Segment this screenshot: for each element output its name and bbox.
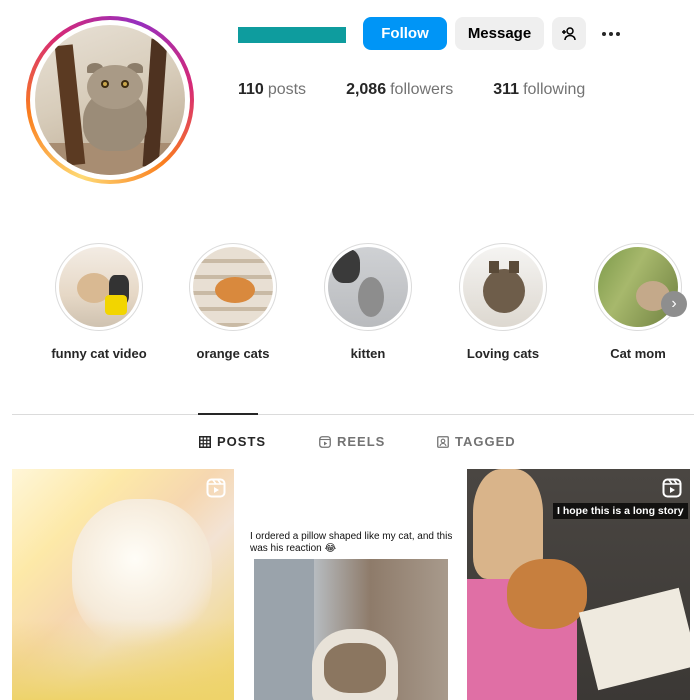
highlight-kitten[interactable]: kitten (308, 243, 428, 361)
person-plus-icon (562, 26, 576, 40)
highlight-label: Cat mom (610, 346, 666, 361)
highlights-next-button[interactable]: › (661, 291, 687, 317)
more-options-button[interactable] (596, 22, 626, 46)
highlight-cover (328, 247, 408, 327)
highlight-ring (324, 243, 412, 331)
avatar-gap (30, 20, 190, 180)
highlight-ring (55, 243, 143, 331)
active-tab-indicator (198, 413, 258, 415)
post-caption: I hope this is a long story (553, 503, 688, 519)
highlight-label: funny cat video (51, 346, 147, 361)
highlight-cover (59, 247, 139, 327)
cat-figure (507, 559, 587, 629)
highlight-ring (189, 243, 277, 331)
highlight-label: orange cats (196, 346, 270, 361)
reels-icon (319, 435, 331, 448)
tab-label: TAGGED (455, 434, 516, 449)
posts-count-label: posts (267, 81, 307, 98)
profile-stats: 110 posts 2,086 followers 311 following (238, 81, 625, 99)
highlight-cover (598, 247, 678, 327)
post-caption: I ordered a pillow shaped like my cat, a… (250, 531, 453, 554)
tagged-icon (437, 435, 449, 448)
highlight-label: kitten (350, 346, 386, 361)
tab-label: POSTS (217, 434, 267, 449)
highlight-loving-cats[interactable]: Loving cats (443, 243, 563, 361)
tab-reels[interactable]: REELS (319, 434, 385, 449)
follow-button[interactable]: Follow (363, 17, 447, 50)
posts-count: 110 posts (238, 81, 306, 99)
following-count[interactable]: 311 following (493, 81, 585, 99)
more-dot (602, 32, 606, 36)
post-tile[interactable] (12, 469, 234, 700)
post-thumbnail-blur (12, 619, 234, 700)
highlight-funny-cat-video[interactable]: funny cat video (39, 243, 159, 361)
more-dot (609, 32, 613, 36)
highlight-cover (463, 247, 543, 327)
highlight-ring (594, 243, 682, 331)
username-redacted (238, 27, 346, 43)
post-tile[interactable]: I ordered a pillow shaped like my cat, a… (240, 469, 461, 700)
highlight-orange-cats[interactable]: orange cats (173, 243, 293, 361)
chevron-right-icon: › (671, 295, 677, 312)
avatar-photo (35, 25, 185, 175)
post-tile[interactable]: I hope this is a long story (467, 469, 690, 700)
highlight-ring (459, 243, 547, 331)
tab-posts[interactable]: POSTS (199, 434, 266, 449)
following-count-value: 311 (493, 81, 520, 98)
profile-avatar[interactable] (26, 16, 194, 184)
followers-count-value: 2,086 (346, 81, 387, 98)
reels-icon (662, 478, 682, 498)
posts-count-value: 110 (238, 81, 264, 98)
more-dot (616, 32, 620, 36)
following-count-label: following (523, 81, 586, 98)
highlight-cover (193, 247, 273, 327)
tab-label: REELS (337, 434, 386, 449)
highlight-label: Loving cats (466, 346, 540, 361)
tabs-divider (12, 414, 694, 415)
grid-icon (199, 435, 211, 448)
followers-count-label: followers (390, 81, 454, 98)
message-button[interactable]: Message (455, 17, 544, 50)
post-thumbnail (254, 559, 448, 700)
followers-count[interactable]: 2,086 followers (346, 81, 453, 99)
tab-tagged[interactable]: TAGGED (437, 434, 516, 449)
suggest-user-button[interactable] (552, 17, 586, 50)
reels-icon (206, 478, 226, 498)
